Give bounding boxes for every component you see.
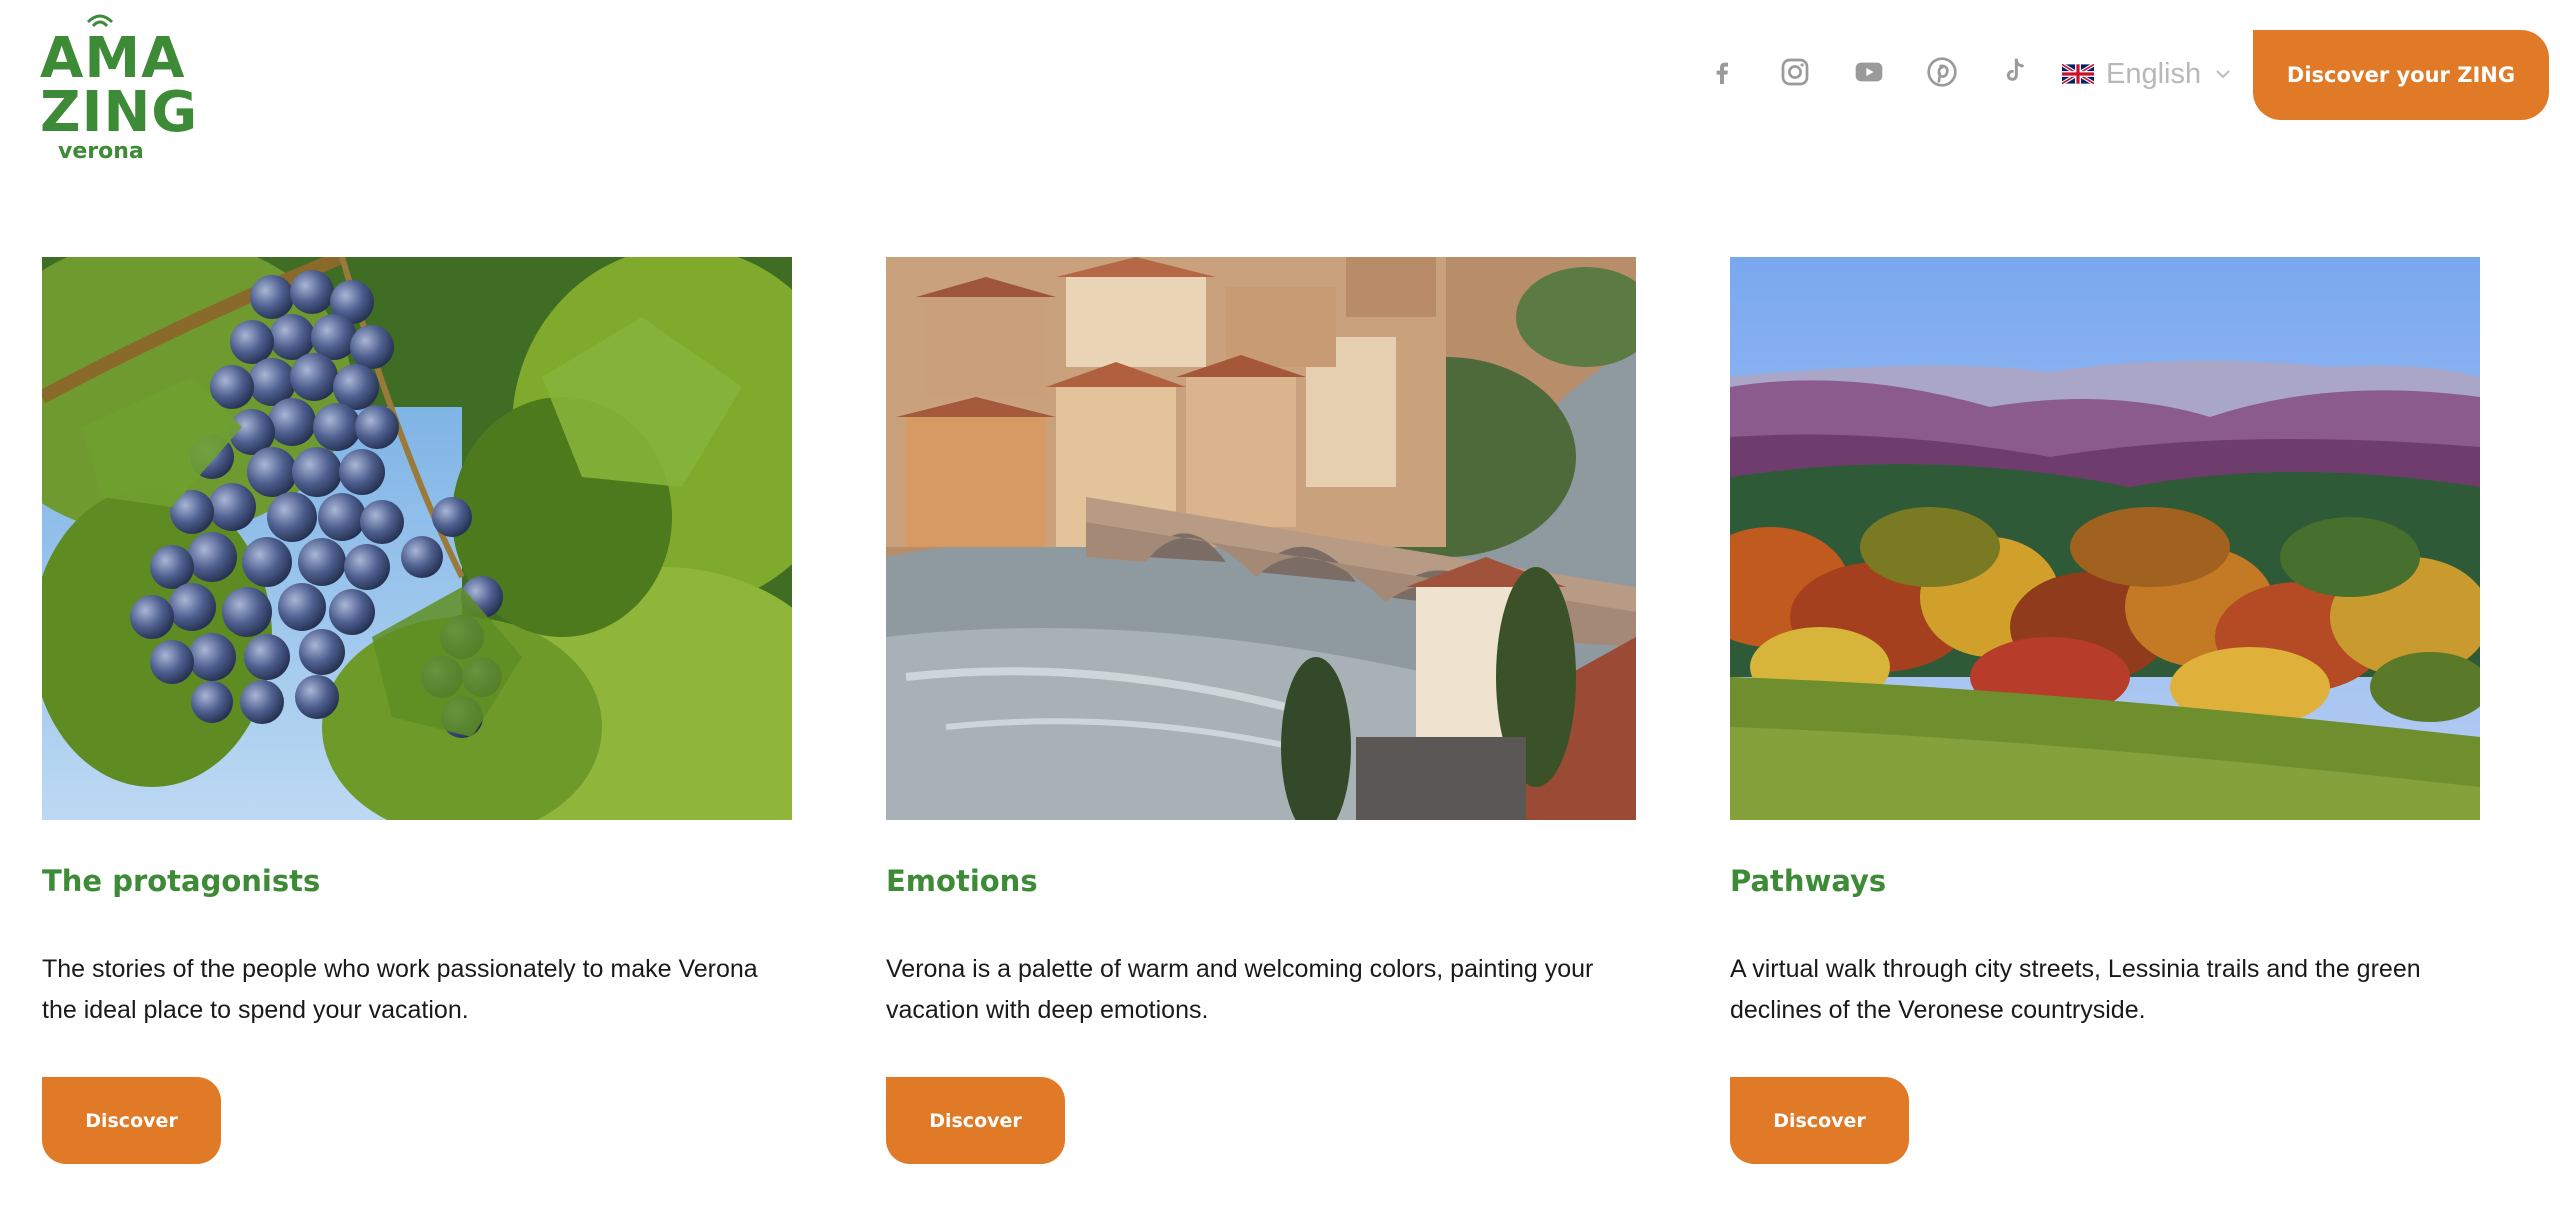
pinterest-icon[interactable]: [1926, 56, 1958, 88]
card-description: Verona is a palette of warm and welcomin…: [886, 955, 1594, 1024]
site-header: AMA ZING verona English Discover your ZI…: [0, 0, 2560, 164]
verona-bridge-image: [886, 257, 1636, 820]
logo-text-line3: verona: [58, 139, 144, 164]
discover-button[interactable]: Discover: [886, 1077, 1065, 1164]
card-emotions: Emotions Verona is a palette of warm and…: [886, 257, 1636, 1164]
youtube-icon[interactable]: [1853, 56, 1885, 88]
facebook-icon[interactable]: [1706, 56, 1738, 88]
discover-your-zing-button[interactable]: Discover your ZING: [2253, 30, 2549, 120]
card-title: The protagonists: [42, 864, 321, 898]
tiktok-icon[interactable]: [1999, 56, 2031, 88]
card-description: The stories of the people who work passi…: [42, 955, 758, 1024]
language-selector[interactable]: English: [2062, 56, 2233, 92]
logo-text-line2: ZING: [40, 80, 199, 145]
card-title: Emotions: [886, 864, 1038, 898]
logo-text-line1: AMA: [40, 26, 186, 91]
language-label: English: [2106, 57, 2202, 90]
discover-button[interactable]: Discover: [1730, 1077, 1909, 1164]
uk-flag-icon: [2062, 62, 2094, 86]
card-description: A virtual walk through city streets, Les…: [1730, 955, 2421, 1024]
discover-button[interactable]: Discover: [42, 1077, 221, 1164]
instagram-icon[interactable]: [1779, 56, 1811, 88]
card-pathways: Pathways A virtual walk through city str…: [1730, 257, 2480, 1164]
grape-vine-image: [42, 257, 792, 820]
wifi-signal-icon: [86, 14, 114, 28]
amazing-verona-logo[interactable]: AMA ZING verona: [40, 10, 199, 164]
autumn-hills-image: [1730, 257, 2480, 820]
chevron-down-icon: [2216, 70, 2230, 79]
card-title: Pathways: [1730, 864, 1887, 898]
card-protagonists: The protagonists The stories of the peop…: [42, 257, 792, 1164]
